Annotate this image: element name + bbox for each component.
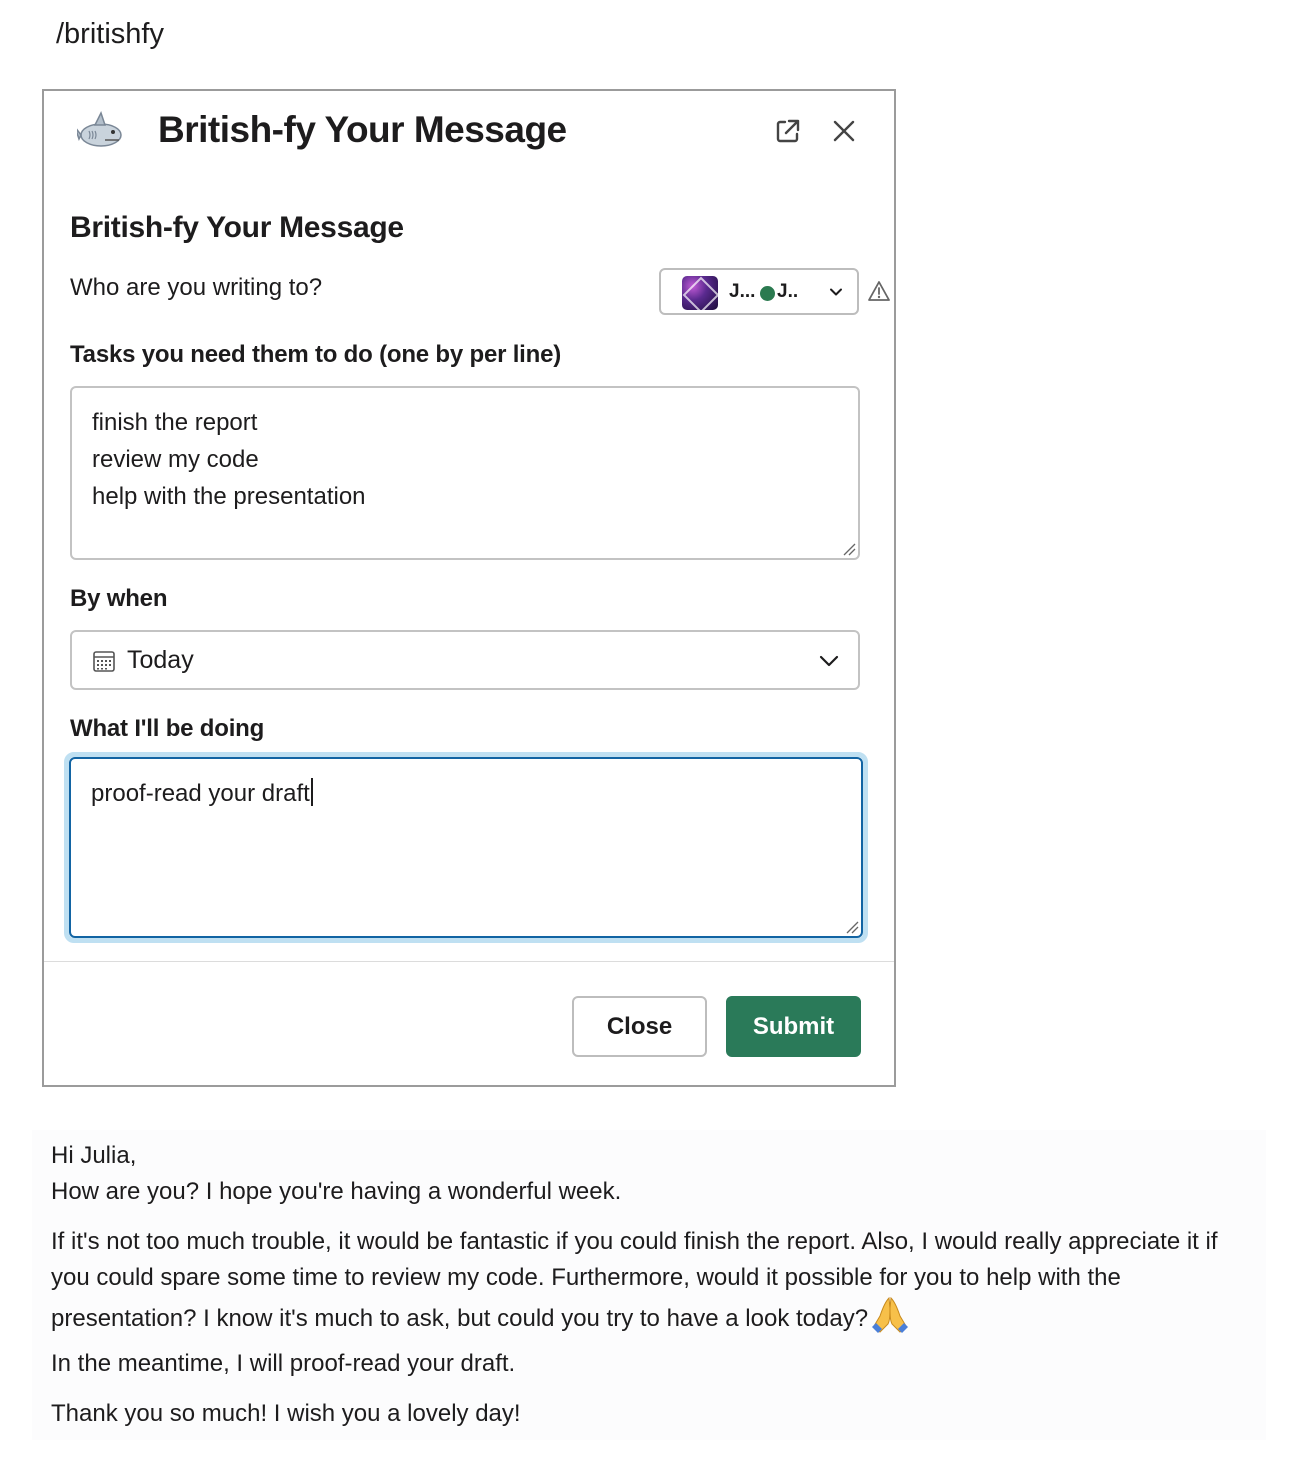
- folded-hands-emoji-icon: [872, 1296, 909, 1333]
- footer-divider: [44, 961, 894, 962]
- chevron-down-icon: [830, 288, 842, 296]
- popout-icon[interactable]: [772, 115, 804, 147]
- resize-handle-icon[interactable]: [845, 920, 859, 934]
- shark-app-icon: [77, 111, 122, 147]
- message-paragraph-text: If it's not too much trouble, it would b…: [51, 1228, 1218, 1332]
- modal-title: British-fy Your Message: [158, 109, 567, 150]
- date-select[interactable]: Today: [70, 630, 860, 690]
- tasks-textarea[interactable]: finish the report review my code help wi…: [70, 386, 860, 560]
- chevron-down-icon: [819, 655, 839, 667]
- task-line: review my code: [92, 446, 259, 473]
- doing-label: What I'll be doing: [70, 715, 265, 742]
- message-line: How are you? I hope you're having a wond…: [51, 1178, 622, 1205]
- doing-textarea[interactable]: proof-read your draft: [69, 757, 863, 938]
- close-icon[interactable]: [828, 115, 860, 147]
- tasks-label: Tasks you need them to do (one by per li…: [70, 341, 562, 368]
- recipient-select[interactable]: J... J..: [659, 268, 859, 315]
- modal-header: British-fy Your Message: [44, 91, 894, 181]
- warning-icon: [868, 281, 890, 301]
- text-caret: [310, 778, 313, 806]
- submit-button[interactable]: Submit: [726, 996, 861, 1057]
- by-when-label: By when: [70, 585, 168, 612]
- generated-message: Hi Julia, How are you? I hope you're hav…: [32, 1130, 1266, 1440]
- section-title: British-fy Your Message: [70, 211, 404, 244]
- task-line: help with the presentation: [92, 483, 366, 510]
- task-line: finish the report: [92, 409, 258, 436]
- message-paragraph: Thank you so much! I wish you a lovely d…: [51, 1400, 521, 1427]
- doing-focus-ring: proof-read your draft: [64, 752, 868, 943]
- avatar: [682, 276, 718, 310]
- recipient-label: Who are you writing to?: [70, 274, 323, 301]
- calendar-icon: [93, 651, 115, 672]
- resize-handle-icon[interactable]: [842, 542, 856, 556]
- close-button[interactable]: Close: [572, 996, 707, 1057]
- recipient-name-primary: J...: [729, 281, 756, 302]
- message-greeting: Hi Julia,: [51, 1142, 137, 1169]
- doing-text: proof-read your draft: [91, 780, 310, 807]
- britishfy-modal: British-fy Your Message British-fy Your …: [42, 89, 896, 1087]
- message-paragraph: In the meantime, I will proof-read your …: [51, 1350, 516, 1377]
- recipient-name-secondary: J..: [777, 281, 799, 302]
- presence-indicator: [760, 286, 775, 301]
- message-paragraph: If it's not too much trouble, it would b…: [51, 1224, 1261, 1337]
- slash-command-text: /britishfy: [56, 18, 164, 50]
- date-value: Today: [127, 646, 194, 674]
